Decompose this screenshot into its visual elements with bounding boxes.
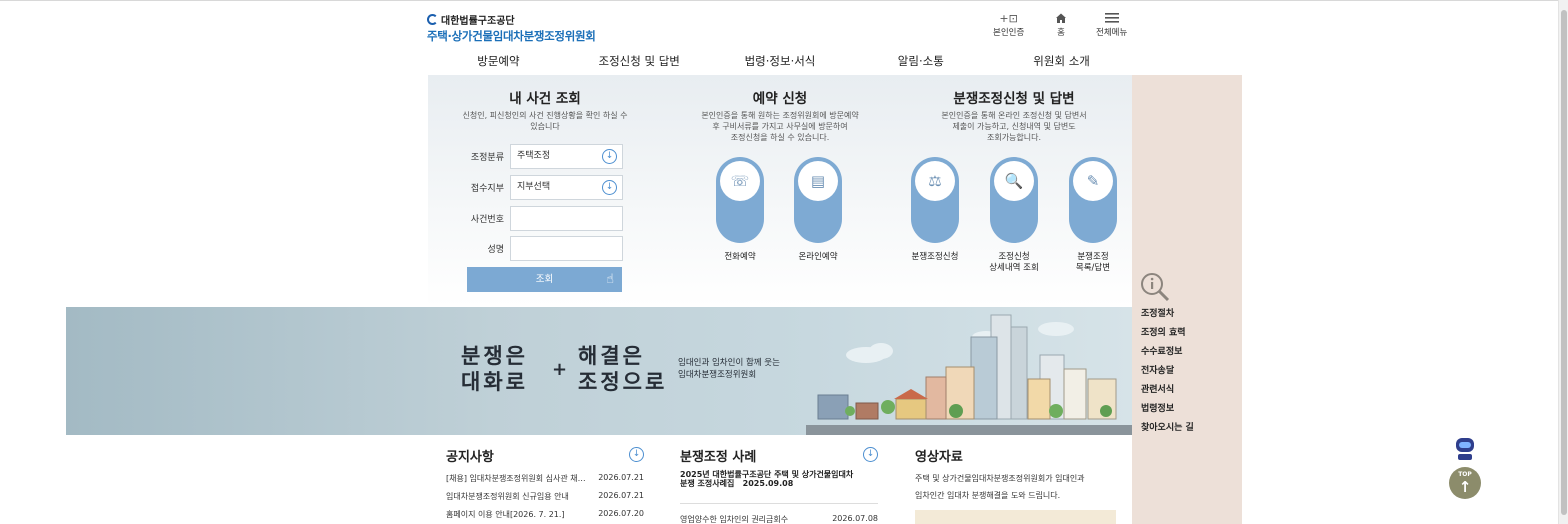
login-button[interactable]: +⊡ 본인인증 — [993, 12, 1024, 38]
reservation-desc: 본인인증을 통해 원하는 조정위원회에 방문예약 후 구비서류를 가지고 사무실… — [701, 111, 859, 142]
menu-icon — [1104, 12, 1119, 26]
site-logo[interactable]: 대한법률구조공단 주택·상가건물임대차분쟁조정위원회 — [427, 12, 596, 44]
document-search-icon: 🔍 — [994, 161, 1034, 201]
mediation-type-select[interactable]: 주택조정 ↓ — [510, 144, 623, 169]
search-button[interactable]: 조회 ☝ — [467, 267, 622, 292]
side-item-effect[interactable]: 조정의 효력 — [1141, 324, 1194, 343]
online-reservation-button[interactable]: ▤ — [794, 157, 842, 243]
page-scrollbar[interactable] — [1558, 0, 1568, 524]
case-item[interactable]: 영업양수한 임차인의 권리금회수 2026.07.08 — [680, 514, 878, 524]
login-icon: +⊡ — [999, 12, 1018, 25]
banner-ground — [806, 425, 1132, 435]
name-input[interactable] — [510, 236, 623, 261]
branch-select[interactable]: 지부선택 ↓ — [510, 175, 623, 200]
case-lookup-desc: 신청인, 피신청인의 사건 진행상황을 확인 하실 수 있습니다 — [462, 111, 628, 131]
info-magnifier-icon — [1140, 272, 1170, 302]
case-featured-item[interactable]: 2025년 대한법률구조공단 주택 및 상가건물임대차 분쟁 조정사례집 202… — [680, 470, 880, 488]
site-name: 주택·상가건물임대차분쟁조정위원회 — [427, 29, 596, 43]
side-item-e-delivery[interactable]: 전자송달 — [1141, 362, 1194, 381]
full-menu-button[interactable]: 전체메뉴 — [1096, 12, 1127, 38]
notice-more-icon[interactable]: ↓ — [629, 447, 644, 462]
application-detail-button[interactable]: 🔍 — [990, 157, 1038, 243]
side-item-law-info[interactable]: 법령정보 — [1141, 400, 1194, 419]
online-reservation-icon: ▤ — [798, 161, 838, 201]
mediation-apply-label: 분쟁조정신청 — [911, 252, 959, 262]
document-scale-icon: ⚖ — [915, 161, 955, 201]
mediation-type-row: 조정분류 주택조정 ↓ — [453, 144, 623, 169]
mediation-answer-label: 분쟁조정 목록/답변 — [1075, 252, 1111, 273]
nav-mediation-apply[interactable]: 조정신청 및 답변 — [569, 52, 710, 74]
banner-slogan-right: 해결은 조정으로 — [578, 344, 668, 394]
chatbot-icon[interactable] — [1453, 432, 1477, 462]
case-lookup-title: 내 사건 조회 — [509, 91, 581, 107]
hand-pointer-icon: ☝ — [606, 272, 614, 287]
mediation-apply-button[interactable]: ⚖ — [911, 157, 959, 243]
side-item-procedure[interactable]: 조정절차 — [1141, 305, 1194, 324]
notice-title: 공지사항 — [446, 450, 494, 465]
chevron-down-icon: ↓ — [602, 149, 617, 164]
main-nav: 방문예약 조정신청 및 답변 법령·정보·서식 알림·소통 위원회 소개 — [428, 52, 1132, 74]
logo-mark-icon — [427, 13, 438, 25]
branch-row: 접수지부 지부선택 ↓ — [453, 175, 623, 200]
home-icon — [1055, 12, 1067, 26]
side-item-fee[interactable]: 수수료정보 — [1141, 343, 1194, 362]
arrow-up-icon: ↑ — [1458, 478, 1472, 496]
application-desc: 본인인증을 통해 온라인 조정신청 및 답변서 제출이 가능하고, 신청내역 및… — [941, 111, 1087, 142]
scroll-top-button[interactable]: TOP ↑ — [1449, 467, 1481, 499]
phone-reservation-label: 전화예약 — [724, 252, 756, 262]
main-banner: 분쟁은 대화로 + 해결은 조정으로 임대인과 임차인이 함께 웃는 임대차분쟁… — [66, 307, 1132, 435]
nav-notice-communication[interactable]: 알림·소통 — [850, 52, 991, 74]
phone-reservation-button[interactable]: ☏ — [716, 157, 764, 243]
online-reservation-label: 온라인예약 — [798, 252, 838, 262]
reservation-title: 예약 신청 — [752, 91, 808, 107]
cases-more-icon[interactable]: ↓ — [863, 447, 878, 462]
banner-plus: + — [552, 359, 568, 380]
city-illustration — [817, 314, 1117, 420]
banner-subtitle: 임대인과 임차인이 함께 웃는 임대차분쟁조정위원회 — [678, 358, 780, 380]
nav-committee-intro[interactable]: 위원회 소개 — [991, 52, 1132, 74]
divider — [680, 503, 878, 504]
chat-answer-icon: ✎ — [1073, 161, 1113, 201]
mediation-answer-button[interactable]: ✎ — [1069, 157, 1117, 243]
home-button[interactable]: 홈 — [1055, 12, 1067, 38]
phone-consult-icon: ☏ — [720, 161, 760, 201]
nav-law-info-forms[interactable]: 법령·정보·서식 — [710, 52, 851, 74]
banner-slogan-left: 분쟁은 대화로 — [461, 344, 528, 394]
notice-item[interactable]: [채용] 임대차분쟁조정위원회 심사관 채용 공고2026.07.21 — [446, 473, 644, 485]
case-number-input[interactable] — [510, 206, 623, 231]
side-item-directions[interactable]: 찾아오시는 길 — [1141, 419, 1194, 438]
video-thumbnail[interactable] — [915, 510, 1116, 524]
notice-item[interactable]: 임대차분쟁조정위원회 신규임용 안내 2026.07.21 — [446, 491, 644, 503]
nav-visit-reservation[interactable]: 방문예약 — [428, 52, 569, 74]
case-number-row: 사건번호 — [453, 206, 623, 231]
side-menu-list: 조정절차 조정의 효력 수수료정보 전자송달 관련서식 법령정보 찾아오시는 길 — [1141, 305, 1194, 438]
video-desc: 주택 및 상가건물임대차분쟁조정위원회가 임대인과 임차인간 임대차 분쟁해결을… — [915, 474, 1085, 500]
video-title: 영상자료 — [915, 450, 963, 465]
cases-title: 분쟁조정 사례 — [680, 450, 757, 465]
notice-item[interactable]: 홈페이지 이용 안내[2026. 7. 21.] 2026.07.20 — [446, 509, 644, 521]
side-item-forms[interactable]: 관련서식 — [1141, 381, 1194, 400]
org-name: 대한법률구조공단 — [441, 15, 515, 27]
name-row: 성명 — [453, 236, 623, 261]
application-title: 분쟁조정신청 및 답변 — [953, 91, 1075, 107]
application-detail-label: 조정신청 상세내역 조회 — [989, 252, 1039, 273]
chevron-down-icon: ↓ — [602, 180, 617, 195]
